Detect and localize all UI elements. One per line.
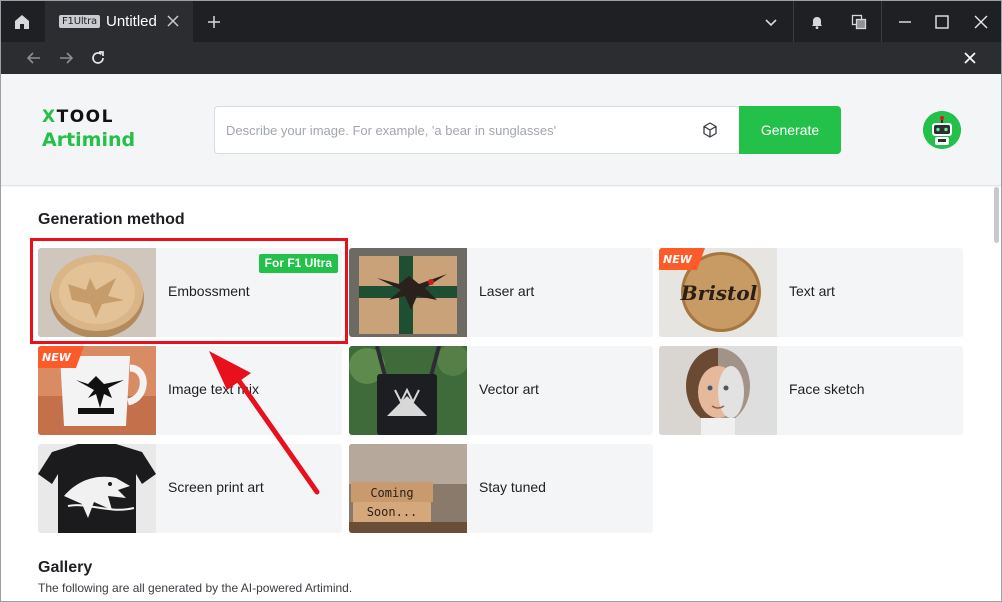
stay-tuned-thumb-line-1: Coming <box>370 486 413 500</box>
close-page-button[interactable] <box>959 42 981 74</box>
close-icon <box>167 15 179 27</box>
forward-button[interactable] <box>55 42 77 74</box>
method-card-laser-art[interactable]: Laser art <box>349 248 653 337</box>
avatar[interactable] <box>923 111 961 149</box>
titlebar-divider <box>793 1 794 42</box>
face-sketch-thumbnail <box>659 346 777 435</box>
cube-icon[interactable] <box>701 121 719 139</box>
card-label: Laser art <box>479 283 535 299</box>
method-card-image-text-mix[interactable]: NEW Image text mix <box>38 346 342 435</box>
arrow-right-icon <box>60 52 74 64</box>
section-title: Generation method <box>38 211 185 228</box>
prompt-search-box <box>214 106 741 154</box>
gallery-subtitle: The following are all generated by the A… <box>38 581 353 595</box>
new-badge-text: NEW <box>42 351 72 364</box>
close-window-button[interactable] <box>965 1 997 42</box>
logo-x-letter: X <box>42 107 57 127</box>
vector-art-thumbnail <box>349 346 467 435</box>
method-card-text-art[interactable]: Bristol NEW Text art <box>659 248 963 337</box>
card-label: Face sketch <box>789 381 865 397</box>
generate-button[interactable]: Generate <box>739 106 841 154</box>
page-header: XTOOL Artimind Generate <box>1 74 1001 186</box>
new-badge: NEW <box>38 346 84 368</box>
tab-device-badge: F1Ultra <box>59 15 100 28</box>
maximize-icon <box>935 14 949 29</box>
windows-button[interactable] <box>843 1 875 42</box>
home-icon <box>15 14 29 29</box>
reload-icon <box>92 51 104 64</box>
plus-icon <box>208 15 220 28</box>
screen-print-art-thumbnail <box>38 444 156 533</box>
chevron-down-icon <box>765 18 777 26</box>
card-label: Text art <box>789 283 835 299</box>
text-art-thumb-word: Bristol <box>680 281 758 305</box>
highlight-box <box>30 238 348 344</box>
tab-close-button[interactable] <box>165 13 181 29</box>
artimind-logo: Artimind <box>42 129 136 151</box>
arrow-left-icon <box>26 52 40 64</box>
tab-untitled[interactable]: F1Ultra Untitled <box>45 1 193 42</box>
window-stack-icon <box>851 14 867 29</box>
gallery-title: Gallery <box>38 559 93 576</box>
reload-button[interactable] <box>87 42 109 74</box>
card-label: Vector art <box>479 381 539 397</box>
logo-wordmark: TOOL <box>56 107 114 127</box>
close-icon <box>964 52 976 64</box>
title-bar: F1Ultra Untitled <box>1 1 1001 42</box>
titlebar-divider <box>881 1 882 42</box>
method-card-stay-tuned[interactable]: Coming Soon... Stay tuned <box>349 444 653 533</box>
scrollbar-thumb[interactable] <box>994 187 999 243</box>
new-tab-button[interactable] <box>199 1 229 42</box>
tab-list-button[interactable] <box>753 1 789 42</box>
stay-tuned-thumbnail: Coming Soon... <box>349 444 467 533</box>
xtool-logo: XTOOL <box>42 107 114 127</box>
laser-art-thumbnail <box>349 248 467 337</box>
back-button[interactable] <box>23 42 45 74</box>
stay-tuned-thumb-line-2: Soon... <box>367 505 418 519</box>
new-badge: NEW <box>659 248 705 270</box>
new-badge-text: NEW <box>663 253 693 266</box>
prompt-input[interactable] <box>226 107 696 153</box>
home-button[interactable] <box>1 1 43 42</box>
tab-title: Untitled <box>105 13 157 30</box>
card-label: Stay tuned <box>479 479 546 495</box>
method-card-screen-print-art[interactable]: Screen print art <box>38 444 342 533</box>
method-card-face-sketch[interactable]: Face sketch <box>659 346 963 435</box>
notifications-button[interactable] <box>801 1 833 42</box>
close-icon <box>974 15 988 28</box>
app-window: F1Ultra Untitled XTOOL Artimind Describe… <box>0 0 1002 602</box>
bell-icon <box>812 16 822 29</box>
minimize-icon <box>899 20 911 23</box>
robot-icon <box>923 111 961 149</box>
method-card-vector-art[interactable]: Vector art <box>349 346 653 435</box>
card-label: Screen print art <box>168 479 264 495</box>
minimize-button[interactable] <box>889 1 921 42</box>
maximize-button[interactable] <box>926 1 958 42</box>
card-label: Image text mix <box>168 381 260 397</box>
main-content: Generation method Embossment For F1 Ultr… <box>1 187 1001 601</box>
navigation-bar <box>1 42 1001 74</box>
